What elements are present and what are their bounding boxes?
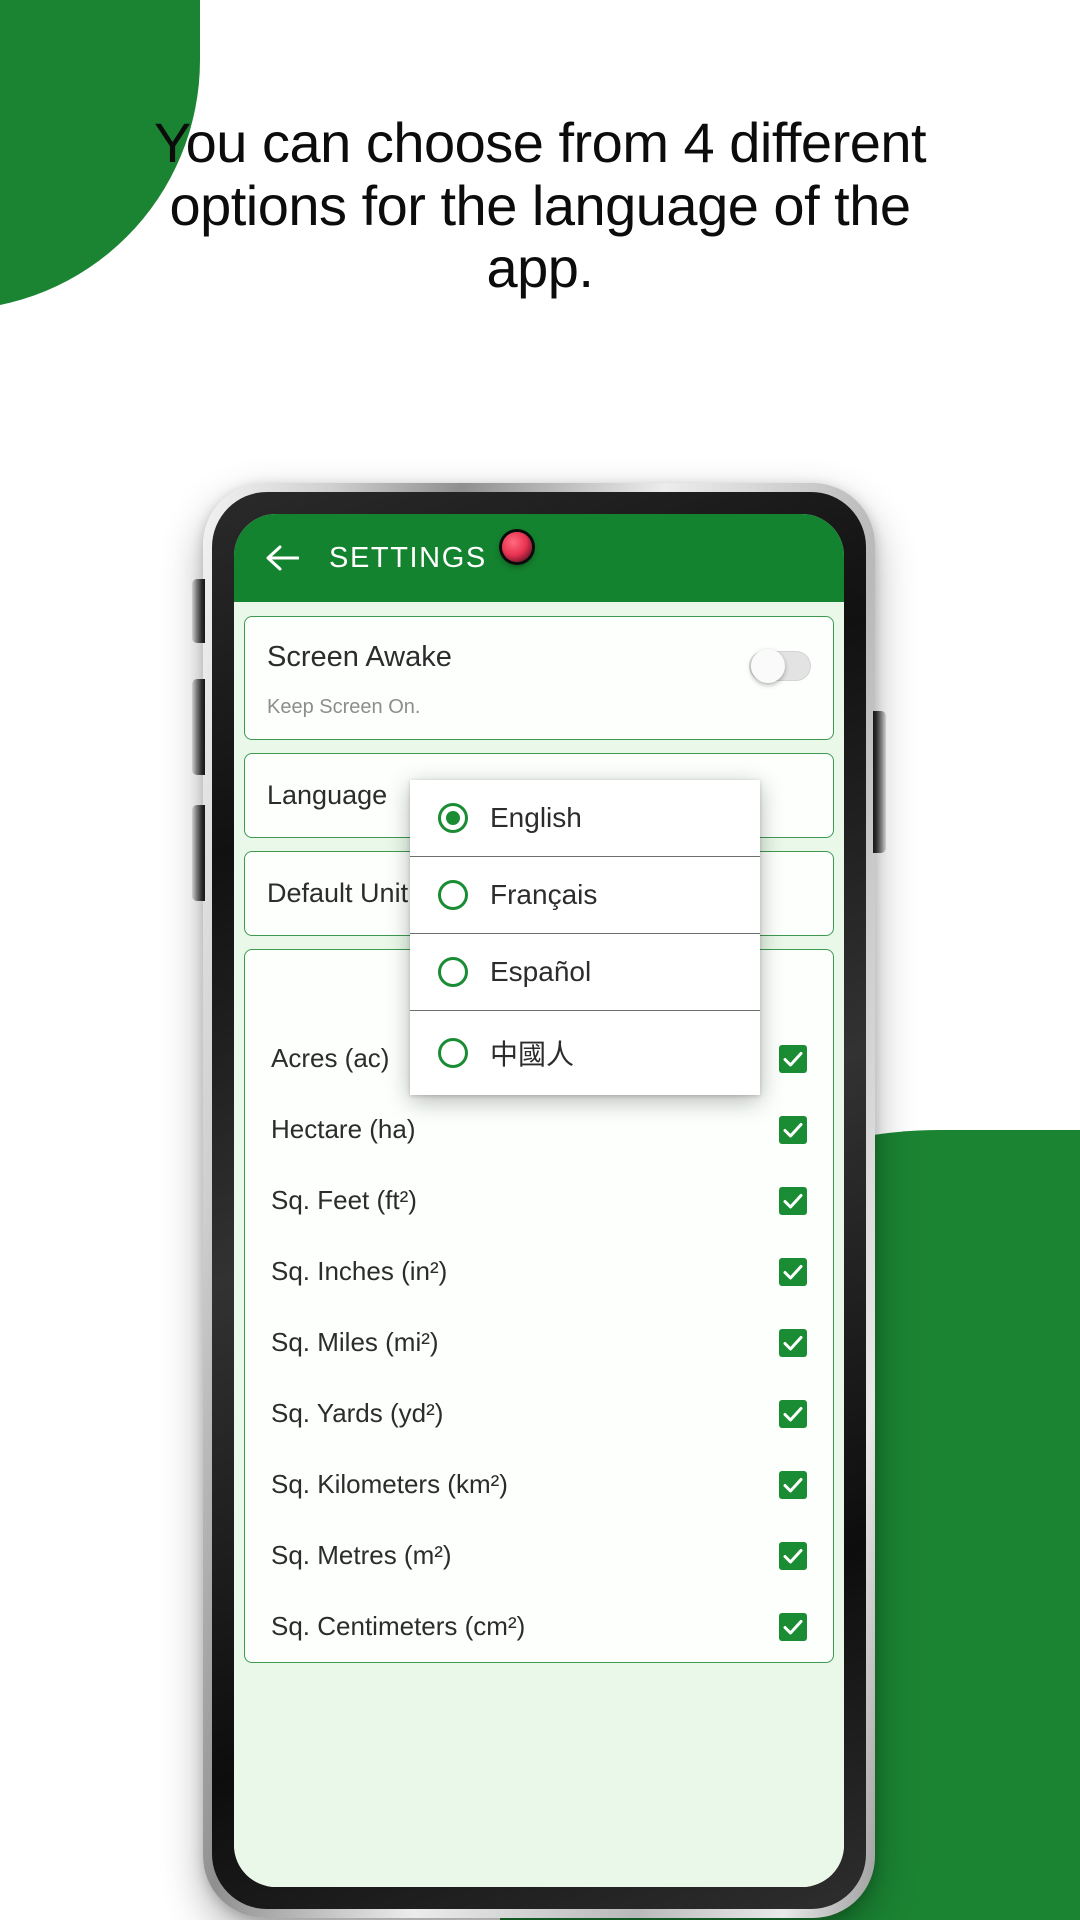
phone-button-volume-down[interactable]: [192, 805, 205, 901]
language-option-1[interactable]: English: [410, 780, 760, 857]
page-title: You can choose from 4 different options …: [153, 111, 927, 300]
unit-row[interactable]: Hectare (ha): [245, 1094, 833, 1165]
unit-row-checkbox[interactable]: [779, 1541, 807, 1570]
language-option-3[interactable]: Español: [410, 934, 760, 1011]
toggle-knob: [751, 649, 785, 683]
phone-button-mute[interactable]: [192, 579, 205, 643]
screen-awake-text: Screen Awake Keep Screen On.: [267, 641, 452, 719]
unit-row-label: Sq. Metres (m²): [271, 1540, 452, 1570]
unit-row-checkbox[interactable]: [779, 1399, 807, 1428]
unit-row-checkbox[interactable]: [779, 1328, 807, 1357]
language-option-label: Español: [490, 956, 592, 987]
radio-selected-icon[interactable]: [438, 803, 468, 833]
back-arrow-icon[interactable]: [260, 536, 304, 580]
setting-row-default-unit-label: Default Unit: [267, 878, 409, 908]
screen-awake-title: Screen Awake: [267, 641, 452, 673]
unit-row[interactable]: Sq. Inches (in²): [245, 1236, 833, 1307]
camera-punch-hole-icon: [502, 532, 532, 562]
unit-row[interactable]: Sq. Metres (m²): [245, 1520, 833, 1591]
unit-row-label: Sq. Feet (ft²): [271, 1185, 417, 1215]
unit-row-label: Sq. Centimeters (cm²): [271, 1611, 526, 1641]
unit-row-checkbox[interactable]: [779, 1044, 807, 1073]
language-option-label: Français: [490, 879, 598, 910]
language-option-label: English: [490, 802, 582, 833]
language-option-label: 中國人: [490, 1039, 575, 1070]
unit-row-checkbox[interactable]: [779, 1257, 807, 1286]
app-title: SETTINGS: [329, 541, 487, 574]
setting-row-language-label: Language: [267, 780, 388, 810]
unit-row-checkbox[interactable]: [779, 1115, 807, 1144]
phone-screen: SETTINGS Screen Awake Keep Screen On. La…: [234, 514, 844, 1887]
language-dropdown-menu[interactable]: English Français Español 中國人: [410, 780, 760, 1095]
phone-mockup: SETTINGS Screen Awake Keep Screen On. La…: [192, 483, 886, 1918]
unit-row[interactable]: Sq. Kilometers (km²): [245, 1449, 833, 1520]
language-option-2[interactable]: Français: [410, 857, 760, 934]
language-option-4[interactable]: 中國人: [410, 1011, 760, 1095]
setting-card-screen-awake[interactable]: Screen Awake Keep Screen On.: [244, 616, 834, 740]
unit-row[interactable]: Sq. Yards (yd²): [245, 1378, 833, 1449]
phone-button-power[interactable]: [873, 711, 886, 853]
radio-unselected-icon[interactable]: [438, 1038, 468, 1068]
unit-row-checkbox[interactable]: [779, 1470, 807, 1499]
phone-button-volume-up[interactable]: [192, 679, 205, 775]
phone-bezel: SETTINGS Screen Awake Keep Screen On. La…: [212, 492, 866, 1909]
unit-row-checkbox[interactable]: [779, 1186, 807, 1215]
screen-awake-toggle[interactable]: [749, 649, 811, 683]
radio-unselected-icon[interactable]: [438, 957, 468, 987]
unit-row-label: Sq. Miles (mi²): [271, 1327, 439, 1357]
unit-row[interactable]: Sq. Miles (mi²): [245, 1307, 833, 1378]
unit-row-checkbox[interactable]: [779, 1612, 807, 1641]
display-area-unit-list: Acres (ac) Hectare (ha) Sq. Feet (ft²) Sq. …: [245, 1023, 833, 1662]
unit-row-label: Sq. Inches (in²): [271, 1256, 448, 1286]
screen-awake-subtitle: Keep Screen On.: [267, 696, 421, 718]
unit-row-label: Sq. Yards (yd²): [271, 1398, 444, 1428]
unit-row[interactable]: Sq. Centimeters (cm²): [245, 1591, 833, 1662]
unit-row-label: Acres (ac): [271, 1043, 390, 1073]
radio-unselected-icon[interactable]: [438, 880, 468, 910]
unit-row[interactable]: Sq. Feet (ft²): [245, 1165, 833, 1236]
app-header: SETTINGS: [234, 514, 844, 602]
unit-row-label: Hectare (ha): [271, 1114, 416, 1144]
unit-row-label: Sq. Kilometers (km²): [271, 1469, 508, 1499]
